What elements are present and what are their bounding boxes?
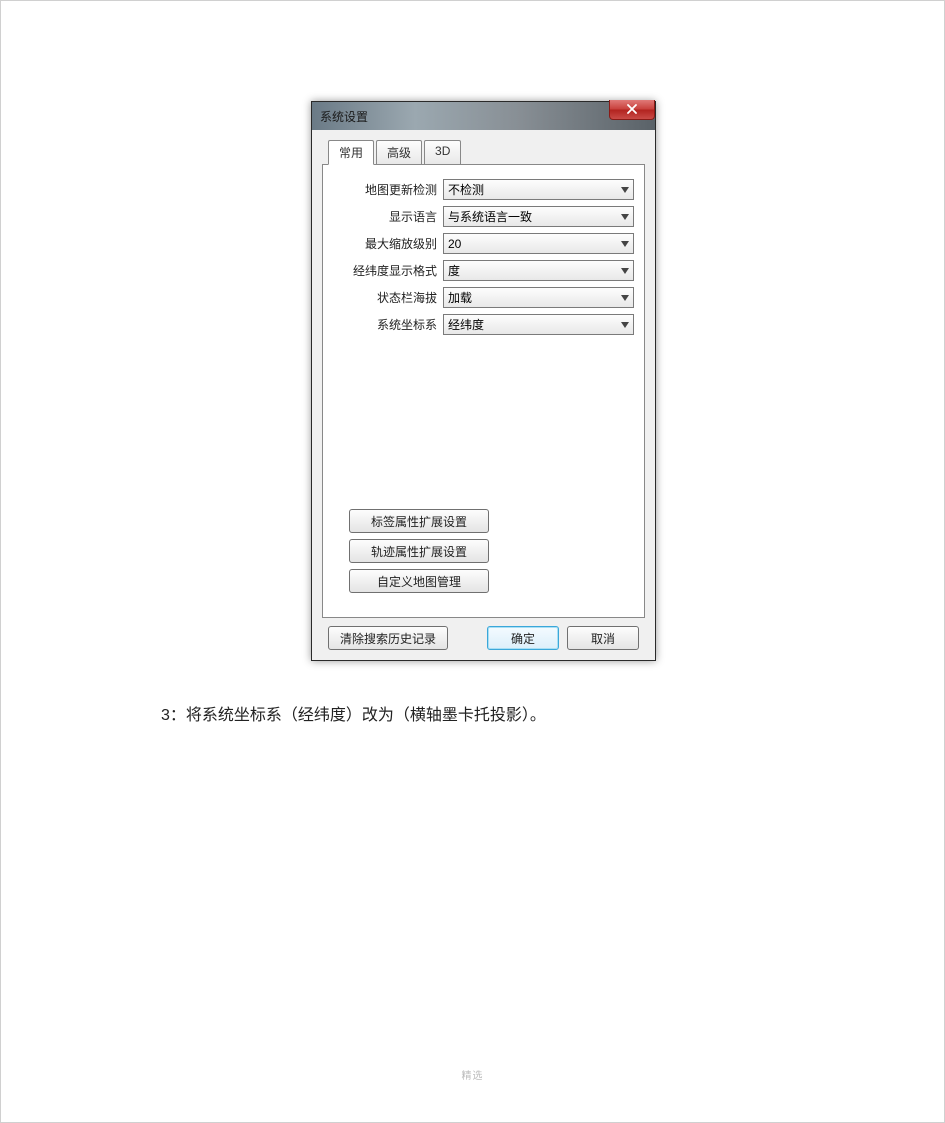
label-latlng-format: 经纬度显示格式 [333,262,443,279]
combo-latlng-format[interactable]: 度 [443,260,634,281]
combo-coordinate-system[interactable]: 经纬度 [443,314,634,335]
label-statusbar-elevation: 状态栏海拔 [333,289,443,306]
combo-value: 与系统语言一致 [448,208,532,225]
chevron-down-icon [621,241,629,247]
label-coordinate-system: 系统坐标系 [333,316,443,333]
titlebar[interactable]: 系统设置 [312,102,655,130]
panel-spacer [333,341,634,505]
row-max-zoom: 最大缩放级别 20 [333,233,634,254]
chevron-down-icon [621,187,629,193]
close-button[interactable] [609,100,655,120]
chevron-down-icon [621,322,629,328]
combo-value: 加载 [448,289,472,306]
combo-display-language[interactable]: 与系统语言一致 [443,206,634,227]
label-attr-ext-button[interactable]: 标签属性扩展设置 [349,509,489,533]
tab-general[interactable]: 常用 [328,140,374,165]
clear-history-button[interactable]: 清除搜索历史记录 [328,626,448,650]
tab-3d[interactable]: 3D [424,140,461,165]
ok-button[interactable]: 确定 [487,626,559,650]
cancel-button[interactable]: 取消 [567,626,639,650]
label-display-language: 显示语言 [333,208,443,225]
footer-watermark: 精选 [1,1067,944,1082]
combo-map-update-check[interactable]: 不检测 [443,179,634,200]
row-display-language: 显示语言 与系统语言一致 [333,206,634,227]
tab-panel-general: 地图更新检测 不检测 显示语言 与系统语言一致 最大缩放级别 [322,164,645,618]
combo-value: 经纬度 [448,316,484,333]
tab-strip: 常用 高级 3D [322,140,645,165]
row-coordinate-system: 系统坐标系 经纬度 [333,314,634,335]
combo-value: 不检测 [448,181,484,198]
row-latlng-format: 经纬度显示格式 度 [333,260,634,281]
row-statusbar-elevation: 状态栏海拔 加载 [333,287,634,308]
instruction-text: 3：将系统坐标系（经纬度）改为（横轴墨卡托投影）。 [161,701,546,725]
label-map-update-check: 地图更新检测 [333,181,443,198]
dialog-content: 常用 高级 3D 地图更新检测 不检测 显示语言 与系统语言一致 [312,130,655,660]
track-attr-ext-button[interactable]: 轨迹属性扩展设置 [349,539,489,563]
bottom-bar: 清除搜索历史记录 确定 取消 [322,618,645,650]
settings-form: 地图更新检测 不检测 显示语言 与系统语言一致 最大缩放级别 [333,179,634,341]
label-max-zoom: 最大缩放级别 [333,235,443,252]
combo-max-zoom[interactable]: 20 [443,233,634,254]
custom-map-manage-button[interactable]: 自定义地图管理 [349,569,489,593]
row-map-update-check: 地图更新检测 不检测 [333,179,634,200]
chevron-down-icon [621,214,629,220]
system-settings-dialog: 系统设置 常用 高级 3D 地图更新检测 不检测 [311,101,656,661]
extension-buttons: 标签属性扩展设置 轨迹属性扩展设置 自定义地图管理 [333,505,634,607]
combo-value: 度 [448,262,460,279]
combo-statusbar-elevation[interactable]: 加载 [443,287,634,308]
close-icon [626,103,638,117]
dialog-title: 系统设置 [320,108,368,125]
chevron-down-icon [621,295,629,301]
chevron-down-icon [621,268,629,274]
tab-advanced[interactable]: 高级 [376,140,422,165]
combo-value: 20 [448,237,461,251]
